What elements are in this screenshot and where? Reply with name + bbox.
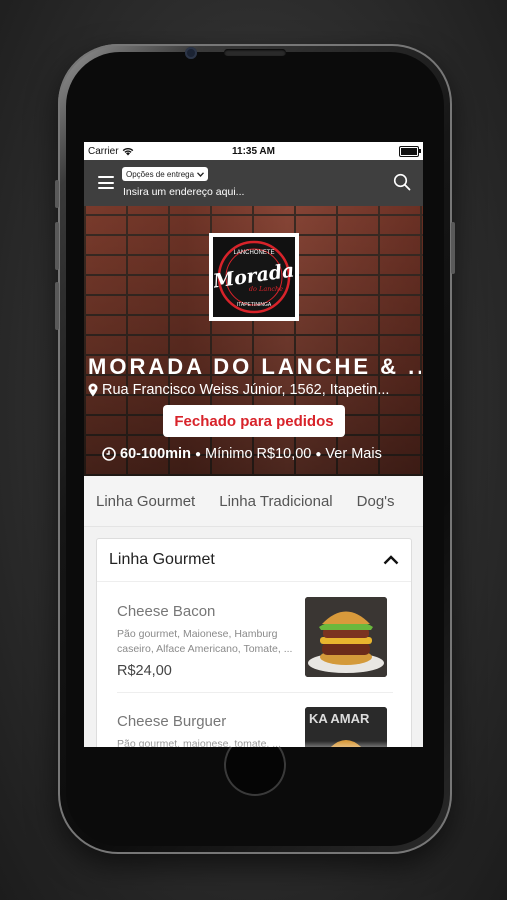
chevron-up-icon[interactable] [383, 555, 399, 565]
tab-dogs[interactable]: Dog's [345, 493, 407, 510]
separator-dot: ● [194, 448, 201, 460]
phone-volume-down [55, 282, 59, 330]
store-name: MORADA DO LANCHE & ... [88, 354, 421, 379]
location-pin-icon [88, 383, 98, 397]
address-input[interactable]: Insira um endereço aqui... [123, 186, 244, 198]
app-header: Opções de entrega Insira um endereço aqu… [84, 160, 423, 206]
front-camera [185, 47, 197, 59]
menu-section-header[interactable]: Linha Gourmet [97, 539, 411, 582]
clock-icon [102, 447, 116, 461]
store-logo-emblem: LANCHONETE Morada do Lanche ITAPETININGA [214, 240, 294, 314]
product-description: Pão gourmet, Maionese, Hamburg caseiro, … [117, 628, 293, 655]
category-tabs: Linha Gourmet Linha Tradicional Dog's [84, 476, 423, 527]
delivery-time: 60-100min [120, 446, 191, 462]
store-address: Rua Francisco Weiss Júnior, 1562, Itapet… [88, 382, 421, 398]
delivery-options-label: Opções de entrega [126, 169, 195, 179]
product-name: Cheese Burguer [117, 713, 227, 730]
menu-section: Linha Gourmet Cheese Bacon Pão gourmet, … [96, 538, 412, 747]
list-item[interactable]: Cheese Bacon Pão gourmet, Maionese, Hamb… [117, 597, 393, 693]
status-bar: Carrier 11:35 AM [84, 142, 423, 160]
battery-icon [399, 146, 421, 157]
chevron-down-icon [197, 171, 205, 177]
phone-power-button [451, 222, 455, 274]
section-title: Linha Gourmet [109, 551, 215, 568]
product-name: Cheese Bacon [117, 603, 216, 620]
search-icon[interactable] [393, 173, 411, 191]
store-hero: LANCHONETE Morada do Lanche ITAPETININGA… [84, 206, 423, 476]
status-time: 11:35 AM [232, 145, 275, 157]
burger-image [305, 597, 387, 677]
status-badge: Fechado para pedidos [163, 405, 345, 437]
tab-linha-gourmet[interactable]: Linha Gourmet [84, 493, 207, 510]
store-logo: LANCHONETE Morada do Lanche ITAPETININGA [209, 233, 299, 321]
svg-text:KA AMAR: KA AMAR [309, 711, 370, 726]
phone-volume-up [55, 222, 59, 270]
earpiece-speaker [224, 49, 286, 56]
tab-linha-tradicional[interactable]: Linha Tradicional [207, 493, 344, 510]
minimum-order: Mínimo R$10,00 [204, 446, 312, 462]
product-image [305, 597, 387, 677]
scroll-fade [97, 741, 411, 747]
store-info-line: 60-100min ● Mínimo R$10,00 ● Ver Mais [102, 446, 382, 462]
svg-text:ITAPETININGA: ITAPETININGA [237, 302, 272, 308]
menu-icon[interactable] [98, 176, 114, 189]
svg-text:do Lanche: do Lanche [249, 285, 283, 293]
store-address-text: Rua Francisco Weiss Júnior, 1562, Itapet… [102, 382, 390, 398]
delivery-options-select[interactable]: Opções de entrega [122, 167, 209, 181]
product-price: R$24,00 [117, 663, 172, 679]
separator-dot: ● [315, 448, 322, 460]
phone-side-button [55, 180, 59, 208]
svg-text:LANCHONETE: LANCHONETE [233, 250, 274, 256]
app-screen: Carrier 11:35 AM Opções de entrega Insir… [84, 142, 423, 747]
see-more-link[interactable]: Ver Mais [325, 446, 381, 462]
